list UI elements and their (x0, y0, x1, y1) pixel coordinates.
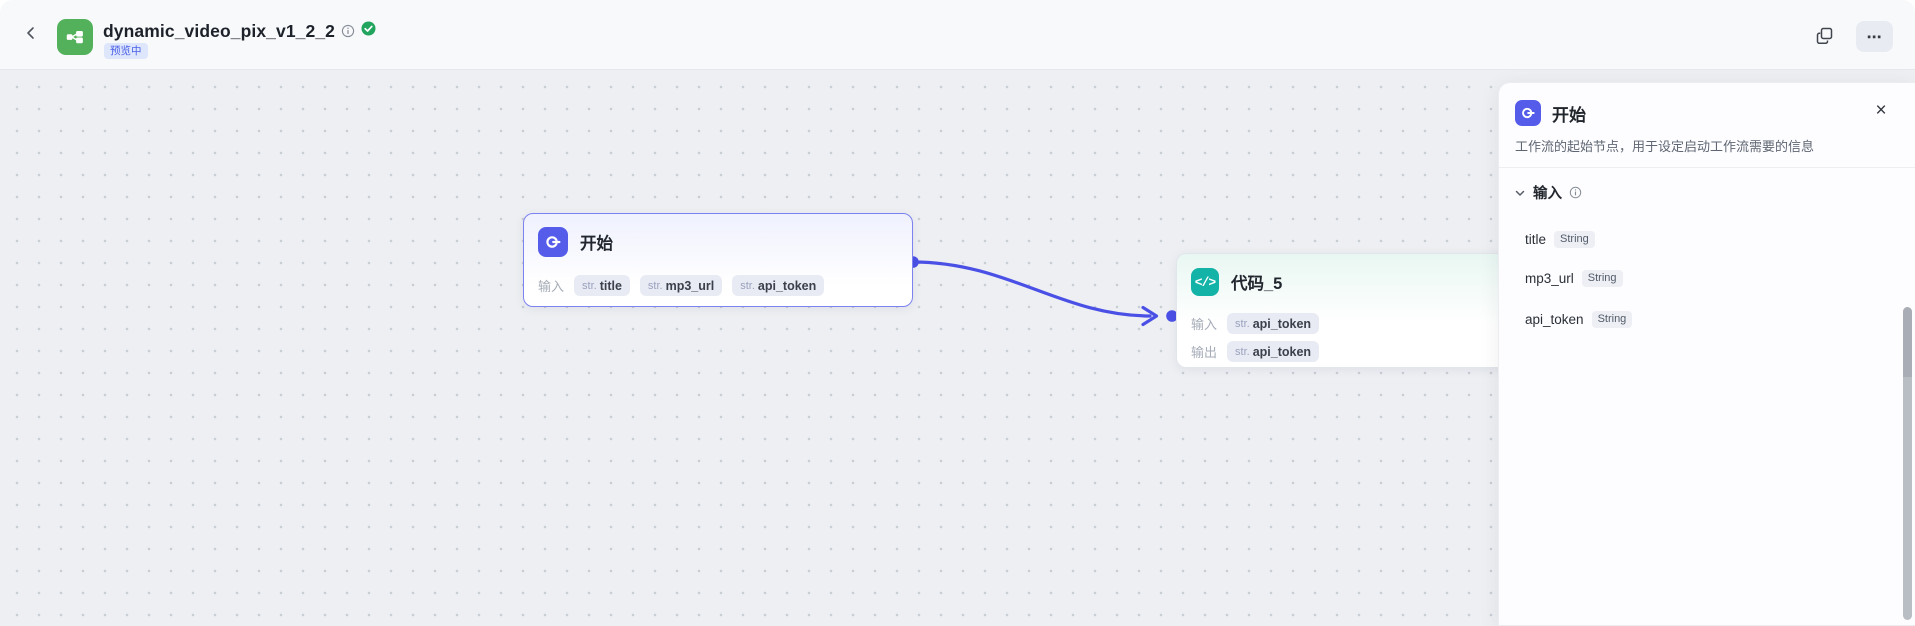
param-pill: str. api_token (1227, 313, 1319, 334)
node-config-panel: 开始 × 工作流的起始节点，用于设定启动工作流需要的信息 输入 title St… (1498, 82, 1915, 626)
published-check-icon (361, 21, 376, 41)
param-type: str. (582, 280, 597, 292)
copy-pages-icon (1816, 27, 1833, 49)
vertical-scrollbar[interactable] (1903, 307, 1912, 620)
start-icon (1515, 100, 1541, 126)
workflow-editor: dynamic_video_pix_v1_2_2 预览中 ⋯ (0, 0, 1915, 626)
node-title: 代码_5 (1231, 270, 1282, 294)
copy-button[interactable] (1810, 24, 1838, 52)
ellipsis-icon: ⋯ (1867, 28, 1883, 46)
param-pill: str. api_token (732, 275, 824, 296)
param-name: mp3_url (666, 279, 715, 293)
param-pill: str. api_token (1227, 341, 1319, 362)
io-label: 输出 (1191, 342, 1217, 361)
start-icon (538, 227, 568, 257)
close-icon: × (1875, 100, 1886, 122)
param-name: api_token (1253, 345, 1311, 359)
type-badge: String (1554, 231, 1595, 248)
param-type: str. (1235, 346, 1250, 358)
param-type: str. (648, 280, 663, 292)
workflow-title: dynamic_video_pix_v1_2_2 (103, 21, 335, 42)
param-name: api_token (1253, 317, 1311, 331)
section-label: 输入 (1533, 182, 1562, 203)
info-icon[interactable] (1569, 186, 1582, 199)
param-type: str. (740, 280, 755, 292)
input-name: mp3_url (1525, 271, 1574, 286)
input-item: mp3_url String (1525, 268, 1623, 288)
input-item: title String (1525, 229, 1595, 249)
param-pill: str. title (574, 275, 630, 296)
input-name: title (1525, 232, 1546, 247)
input-name: api_token (1525, 312, 1584, 327)
code-icon: </> (1191, 268, 1219, 296)
io-label: 输入 (1191, 314, 1217, 333)
io-label: 输入 (538, 276, 564, 295)
code-glyph: </> (1195, 275, 1215, 290)
edge-start-to-code (913, 262, 1150, 316)
workflow-app-icon (57, 19, 93, 55)
edge-arrowhead-icon (1143, 308, 1157, 325)
param-name: api_token (758, 279, 816, 293)
top-bar: dynamic_video_pix_v1_2_2 预览中 ⋯ (0, 0, 1915, 70)
chevron-left-icon (24, 26, 38, 45)
back-button[interactable] (18, 22, 44, 48)
panel-description: 工作流的起始节点，用于设定启动工作流需要的信息 (1515, 137, 1899, 156)
close-button[interactable]: × (1869, 99, 1893, 123)
input-section-header[interactable]: 输入 (1514, 182, 1582, 203)
more-button[interactable]: ⋯ (1856, 21, 1893, 52)
chevron-down-icon (1514, 187, 1526, 199)
status-badge: 预览中 (104, 43, 148, 59)
param-name: title (600, 279, 622, 293)
panel-title: 开始 (1552, 101, 1586, 126)
node-start[interactable]: 开始 输入 str. title str. mp3_url str. api_t… (523, 213, 913, 307)
param-type: str. (1235, 318, 1250, 330)
info-icon[interactable] (341, 24, 355, 38)
divider (1499, 167, 1915, 168)
param-pill: str. mp3_url (640, 275, 722, 296)
type-badge: String (1582, 270, 1623, 287)
input-item: api_token String (1525, 309, 1632, 329)
type-badge: String (1592, 311, 1633, 328)
node-title: 开始 (580, 230, 613, 254)
